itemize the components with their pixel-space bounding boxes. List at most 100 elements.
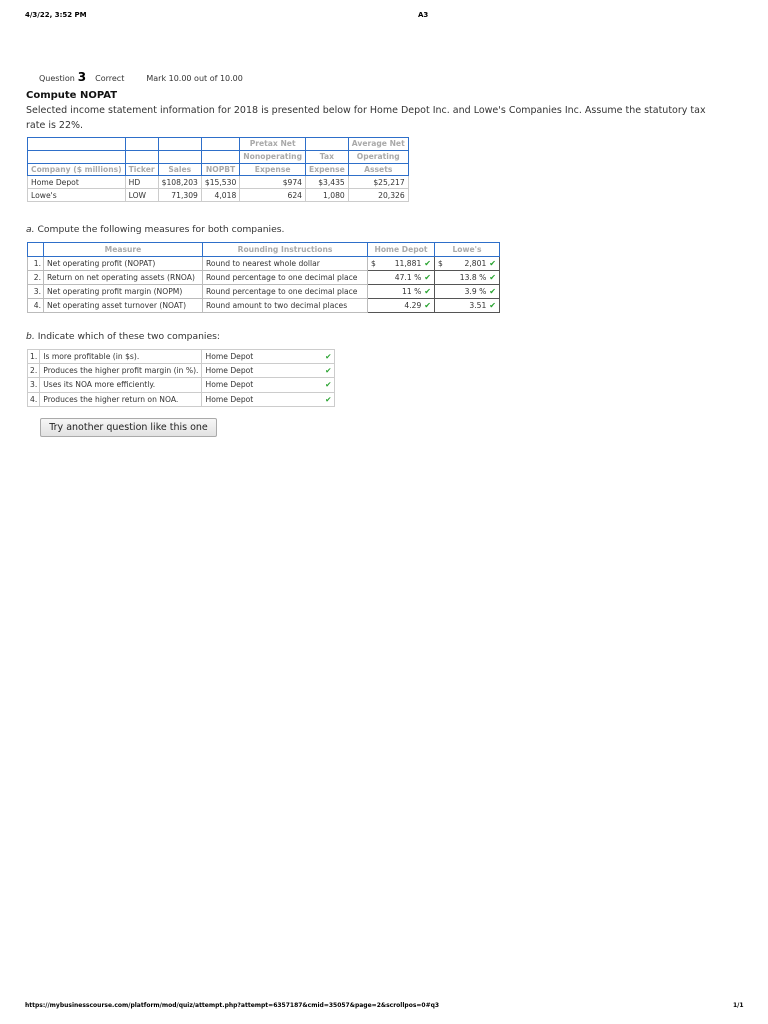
row-number: 2. [26,363,41,379]
header-tax-1: Tax [305,149,349,164]
question-grade: Mark 10.00 out of 10.00 [146,74,243,83]
company-name: Home Depot [27,175,126,190]
rounding-instruction: Round amount to two decimal places [202,298,368,313]
assets-value: $25,217 [347,175,409,190]
measure-name: Net operating profit (NOPAT) [43,256,203,271]
header-assets-2: Operating [347,149,409,164]
check-icon: ✔ [320,391,336,407]
part-a-text: Compute the following measures for both … [37,224,285,235]
tax-value: $3,435 [305,175,349,190]
comparison-table: 1. Is more profitable (in $s). Home Depo… [26,348,336,407]
check-icon: ✔ [489,273,496,282]
header-nonop-2: Nonoperating [239,149,307,164]
part-b-label: b. [26,331,35,342]
header-sales: Sales [157,162,202,177]
rounding-instruction: Round percentage to one decimal place [202,284,368,299]
table-row: 2. Return on net operating assets (RNOA)… [27,270,500,285]
answer-select[interactable]: Home Depot [201,377,321,393]
hd-answer-field[interactable]: 4.29 ✔ [367,298,435,313]
header-ticker: Ticker [124,162,159,177]
question-number: 3 [77,70,87,84]
income-data-table: Pretax Net Average Net Nonoperating Tax … [27,137,409,202]
check-icon: ✔ [489,301,496,310]
header-company: Company ($ millions) [27,162,126,177]
row-number: 1. [26,348,41,365]
part-a-label: a. [26,224,35,235]
table-row: 4. Produces the higher return on NOA. Ho… [26,391,336,407]
print-url: https://mybusinesscourse.com/platform/mo… [25,1002,440,1009]
currency-prefix: $ [371,259,376,268]
check-icon: ✔ [320,348,336,365]
nonop-value: 624 [239,188,307,202]
part-a-instruction: a. Compute the following measures for bo… [26,224,284,235]
measure-name: Net operating profit margin (NOPM) [43,284,203,299]
header-assets-3: Assets [347,162,409,177]
comparison-question: Is more profitable (in $s). [39,348,203,365]
table-row: 3. Net operating profit margin (NOPM) Ro… [27,284,500,299]
check-icon: ✔ [424,259,431,268]
sales-value: $108,203 [157,175,202,190]
hd-answer-field[interactable]: $11,881 ✔ [367,256,435,271]
tax-value: 1,080 [305,188,349,202]
answer-select[interactable]: Home Depot [201,391,321,407]
header-nopbt: NOPBT [200,162,241,177]
answer-select[interactable]: Home Depot [201,363,321,379]
comparison-question: Produces the higher profit margin (in %)… [39,363,203,379]
header-nonop-1: Pretax Net [239,137,307,151]
measure-name: Return on net operating assets (RNOA) [43,270,203,285]
check-icon: ✔ [320,363,336,379]
header-home-depot: Home Depot [367,242,435,257]
table-row: 4. Net operating asset turnover (NOAT) R… [27,298,500,313]
table-row: Home Depot HD $108,203 $15,530 $974 $3,4… [27,175,409,190]
header-tax-2: Expense [305,162,349,177]
question-info: Question 3 Correct Mark 10.00 out of 10.… [39,70,243,84]
answer-select[interactable]: Home Depot [201,348,321,365]
row-number: 4. [26,391,41,407]
answer-value: 2,801 [464,259,487,268]
nopbt-value: 4,018 [200,188,241,202]
check-icon: ✔ [320,377,336,393]
answer-value: 4.29 [404,301,422,310]
row-number: 2. [27,270,44,285]
header-rounding: Rounding Instructions [202,242,368,257]
print-datetime: 4/3/22, 3:52 PM [25,11,87,19]
hd-answer-field[interactable]: 11 % ✔ [367,284,435,299]
part-b-instruction: b. Indicate which of these two companies… [26,331,220,342]
check-icon: ✔ [424,287,431,296]
measures-table: Measure Rounding Instructions Home Depot… [27,242,500,313]
hd-answer-field[interactable]: 47.1 % ✔ [367,270,435,285]
check-icon: ✔ [424,301,431,310]
answer-value: 3.51 [469,301,487,310]
table-row: 2. Produces the higher profit margin (in… [26,363,336,379]
currency-prefix: $ [438,259,443,268]
answer-value: 11,881 [394,259,422,268]
question-state: Correct [95,74,125,83]
answer-value: 3.9 % [464,287,487,296]
table-row: Lowe's LOW 71,309 4,018 624 1,080 20,326 [27,188,409,202]
table-row: 3. Uses its NOA more efficiently. Home D… [26,377,336,393]
row-number: 3. [26,377,41,393]
header-measure: Measure [43,242,203,257]
lowes-answer-field[interactable]: 13.8 % ✔ [434,270,500,285]
lowes-answer-field[interactable]: 3.9 % ✔ [434,284,500,299]
question-title: Compute NOPAT [26,90,118,101]
rounding-instruction: Round percentage to one decimal place [202,270,368,285]
lowes-answer-field[interactable]: $2,801 ✔ [434,256,500,271]
check-icon: ✔ [489,287,496,296]
question-prompt: Selected income statement information fo… [26,105,706,131]
question-label: Question [39,74,75,83]
measure-name: Net operating asset turnover (NOAT) [43,298,203,313]
try-another-question-button[interactable]: Try another question like this one [40,418,217,437]
table-row: 1. Net operating profit (NOPAT) Round to… [27,256,500,271]
rounding-instruction: Round to nearest whole dollar [202,256,368,271]
comparison-question: Uses its NOA more efficiently. [39,377,203,393]
print-page-number: 1/1 [733,1002,744,1009]
answer-value: 47.1 % [394,273,422,282]
check-icon: ✔ [424,273,431,282]
answer-value: 13.8 % [459,273,487,282]
lowes-answer-field[interactable]: 3.51 ✔ [434,298,500,313]
sales-value: 71,309 [157,188,202,202]
part-b-text: Indicate which of these two companies: [37,331,221,342]
header-lowes: Lowe's [434,242,500,257]
check-icon: ✔ [489,259,496,268]
